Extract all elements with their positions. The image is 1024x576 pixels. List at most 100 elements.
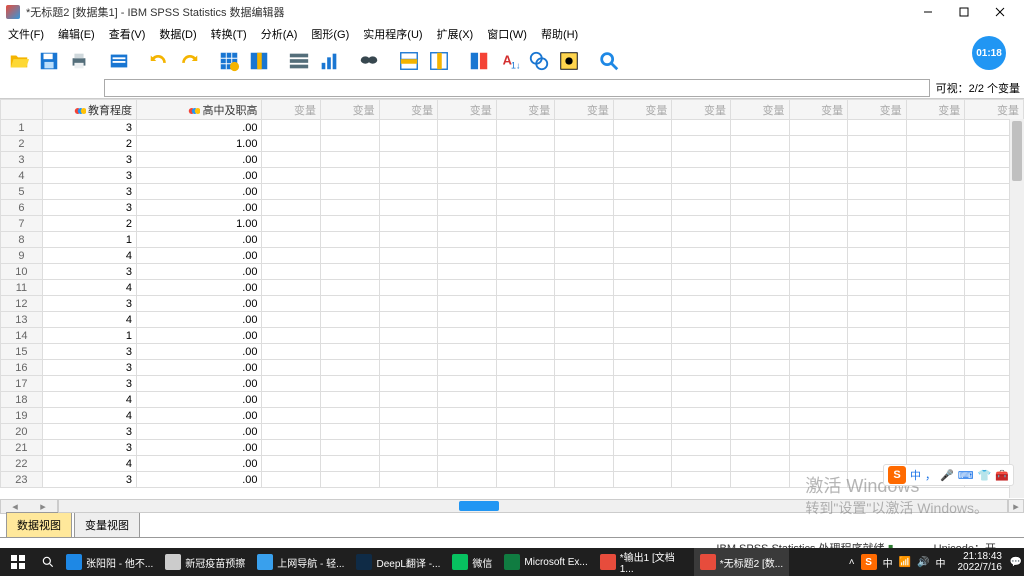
cell[interactable]	[789, 328, 848, 344]
cell[interactable]	[262, 376, 321, 392]
cell[interactable]	[496, 328, 555, 344]
cell[interactable]	[496, 312, 555, 328]
cell[interactable]	[496, 360, 555, 376]
cell[interactable]	[789, 184, 848, 200]
cell[interactable]	[321, 152, 380, 168]
menu-item[interactable]: 文件(F)	[4, 25, 48, 43]
cell[interactable]	[438, 312, 497, 328]
row-header[interactable]: 22	[1, 456, 43, 472]
taskbar-search-icon[interactable]	[36, 555, 60, 569]
cell[interactable]: 3	[42, 376, 136, 392]
taskbar-clock[interactable]: 21:18:43 2022/7/16	[952, 551, 1009, 573]
cell[interactable]	[672, 152, 731, 168]
cell[interactable]: .00	[136, 152, 262, 168]
cell[interactable]	[789, 392, 848, 408]
notifications-icon[interactable]: 💬	[1008, 557, 1024, 568]
cell[interactable]	[496, 344, 555, 360]
cell[interactable]	[848, 376, 907, 392]
variables-icon[interactable]	[286, 48, 312, 74]
table-row[interactable]: 153.00	[1, 344, 1024, 360]
cell[interactable]	[672, 136, 731, 152]
cell[interactable]	[613, 232, 672, 248]
cell[interactable]	[613, 120, 672, 136]
table-row[interactable]: 53.00	[1, 184, 1024, 200]
cell[interactable]	[379, 312, 438, 328]
row-header[interactable]: 11	[1, 280, 43, 296]
tray-volume-icon[interactable]: 🔊	[917, 557, 929, 568]
cell[interactable]	[555, 248, 614, 264]
save-icon[interactable]	[36, 48, 62, 74]
vertical-scrollbar[interactable]	[1009, 119, 1024, 498]
cell[interactable]	[906, 232, 965, 248]
cell[interactable]	[262, 232, 321, 248]
row-header[interactable]: 17	[1, 376, 43, 392]
cell[interactable]	[906, 344, 965, 360]
taskbar-item[interactable]: 新冠疫苗预擦	[159, 548, 251, 576]
cell[interactable]	[672, 168, 731, 184]
cell[interactable]	[613, 344, 672, 360]
cell[interactable]	[379, 168, 438, 184]
cell[interactable]: 1	[42, 328, 136, 344]
col-header-empty[interactable]: 变量	[496, 100, 555, 120]
find-icon[interactable]	[356, 48, 382, 74]
cell[interactable]	[613, 184, 672, 200]
cell[interactable]	[613, 152, 672, 168]
cell[interactable]	[672, 328, 731, 344]
cell[interactable]	[906, 328, 965, 344]
cell[interactable]	[848, 200, 907, 216]
cell[interactable]	[906, 200, 965, 216]
cell[interactable]: 3	[42, 472, 136, 488]
cell[interactable]	[672, 392, 731, 408]
cell[interactable]	[789, 216, 848, 232]
cell[interactable]	[496, 184, 555, 200]
cell[interactable]	[848, 392, 907, 408]
cell[interactable]	[730, 152, 789, 168]
undo-icon[interactable]	[146, 48, 172, 74]
cell[interactable]	[848, 280, 907, 296]
cell[interactable]	[555, 472, 614, 488]
cell[interactable]	[613, 456, 672, 472]
cell[interactable]	[789, 440, 848, 456]
cell[interactable]	[262, 424, 321, 440]
cell[interactable]: 4	[42, 248, 136, 264]
cell[interactable]	[321, 424, 380, 440]
cell[interactable]: .00	[136, 120, 262, 136]
cell[interactable]	[496, 280, 555, 296]
cell[interactable]: .00	[136, 184, 262, 200]
cell[interactable]	[672, 456, 731, 472]
table-row[interactable]: 123.00	[1, 296, 1024, 312]
cell[interactable]	[321, 456, 380, 472]
row-header[interactable]: 2	[1, 136, 43, 152]
cell[interactable]	[321, 120, 380, 136]
cell[interactable]	[321, 328, 380, 344]
cell[interactable]	[789, 456, 848, 472]
cell[interactable]	[262, 408, 321, 424]
cell[interactable]	[555, 200, 614, 216]
cell[interactable]	[848, 344, 907, 360]
tray-lang-icon[interactable]: 中	[936, 555, 946, 570]
cell[interactable]	[730, 360, 789, 376]
table-row[interactable]: 203.00	[1, 424, 1024, 440]
cell[interactable]	[906, 424, 965, 440]
cell[interactable]	[555, 440, 614, 456]
cell[interactable]	[262, 392, 321, 408]
horizontal-scrollbar[interactable]	[58, 499, 1008, 513]
cell[interactable]	[555, 376, 614, 392]
select-cases-icon[interactable]	[526, 48, 552, 74]
cell[interactable]	[613, 472, 672, 488]
cell[interactable]	[379, 200, 438, 216]
cell[interactable]	[906, 280, 965, 296]
col-header-empty[interactable]: 变量	[613, 100, 672, 120]
data-grid[interactable]: 教育程度高中及职高变量变量变量变量变量变量变量变量变量变量变量变量变量 13.0…	[0, 98, 1024, 498]
run-desc-icon[interactable]	[316, 48, 342, 74]
cell[interactable]	[555, 264, 614, 280]
cell[interactable]	[496, 296, 555, 312]
redo-icon[interactable]	[176, 48, 202, 74]
tray-chevron-icon[interactable]: ˄	[849, 557, 855, 568]
row-header[interactable]: 4	[1, 168, 43, 184]
row-header[interactable]: 18	[1, 392, 43, 408]
cell[interactable]	[555, 456, 614, 472]
cell[interactable]	[906, 360, 965, 376]
table-row[interactable]: 163.00	[1, 360, 1024, 376]
cell[interactable]	[438, 168, 497, 184]
